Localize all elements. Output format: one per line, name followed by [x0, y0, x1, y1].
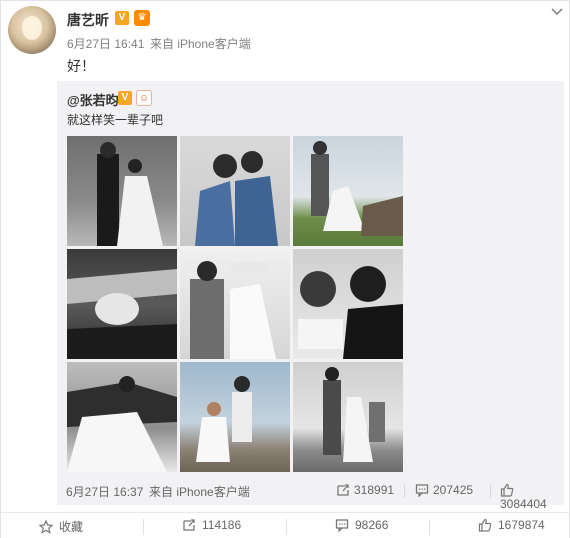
reposted-content: @张若昀 V ☺ 就这样笑一辈子吧 6月27日 16:37 来自 iPhone客… [57, 81, 564, 511]
like-button[interactable]: 1679874 [478, 518, 545, 532]
photo-2[interactable] [180, 136, 290, 246]
divider [286, 519, 287, 535]
repost-timestamp[interactable]: 6月27日 16:37 [66, 483, 143, 500]
post-source[interactable]: 来自 iPhone客户端 [150, 35, 251, 52]
post-text: 好！ [67, 58, 95, 74]
repost-source[interactable]: 来自 iPhone客户端 [149, 483, 250, 500]
repost-text: 就这样笑一辈子吧 [67, 113, 164, 127]
photo-4[interactable] [67, 249, 177, 359]
thumbs-up-icon [500, 483, 514, 497]
repost-like-count-label: 3084404 [500, 497, 547, 511]
comment-icon [415, 484, 429, 498]
photo-6[interactable] [293, 249, 403, 359]
verified-badge-icon: V [115, 11, 129, 25]
comment-count: 98266 [355, 518, 389, 532]
photo-8[interactable] [180, 362, 290, 472]
forward-icon [337, 484, 349, 496]
photo-9[interactable] [293, 362, 403, 472]
divider [490, 484, 491, 498]
repost-comment-count[interactable]: 207425 [415, 483, 474, 498]
thumbs-up-icon [478, 518, 492, 532]
photo-5[interactable] [180, 249, 290, 359]
favorite-label: 收藏 [59, 520, 84, 534]
photo-1[interactable] [67, 136, 177, 246]
repost-verified-badge-icon: V [118, 91, 132, 105]
divider [429, 519, 430, 535]
post-timestamp[interactable]: 6月27日 16:41 [67, 35, 144, 52]
weibo-card: 唐艺昕 V ♛ 6月27日 16:41 来自 iPhone客户端 好！ @张若昀… [0, 0, 570, 538]
author-name[interactable]: 唐艺昕 [67, 10, 109, 30]
author-avatar[interactable] [8, 6, 56, 54]
photo-7[interactable] [67, 362, 177, 472]
repost-comment-count-label: 207425 [433, 483, 474, 497]
star-icon [38, 519, 54, 534]
chevron-down-icon[interactable] [550, 6, 564, 18]
favorite-button[interactable]: 收藏 [38, 518, 84, 535]
comment-button[interactable]: 98266 [335, 518, 389, 533]
comment-icon [335, 519, 349, 533]
repost-author[interactable]: @张若昀 [67, 90, 119, 109]
repost-member-icon: ☺ [136, 90, 152, 106]
photo-3[interactable] [293, 136, 403, 246]
divider [404, 484, 405, 498]
repost-forward-count[interactable]: 318991 [336, 483, 394, 497]
action-bar: 收藏 114186 98266 1679874 [1, 512, 569, 538]
repost-count: 114186 [202, 518, 242, 532]
divider [143, 519, 144, 535]
forward-icon [183, 519, 195, 531]
repost-button[interactable]: 114186 [182, 518, 241, 532]
like-count: 1679874 [498, 518, 545, 532]
repost-forward-count-label: 318991 [354, 483, 395, 497]
repost-like-count[interactable]: 3084404 [500, 483, 564, 511]
member-icon: ♛ [134, 10, 150, 26]
